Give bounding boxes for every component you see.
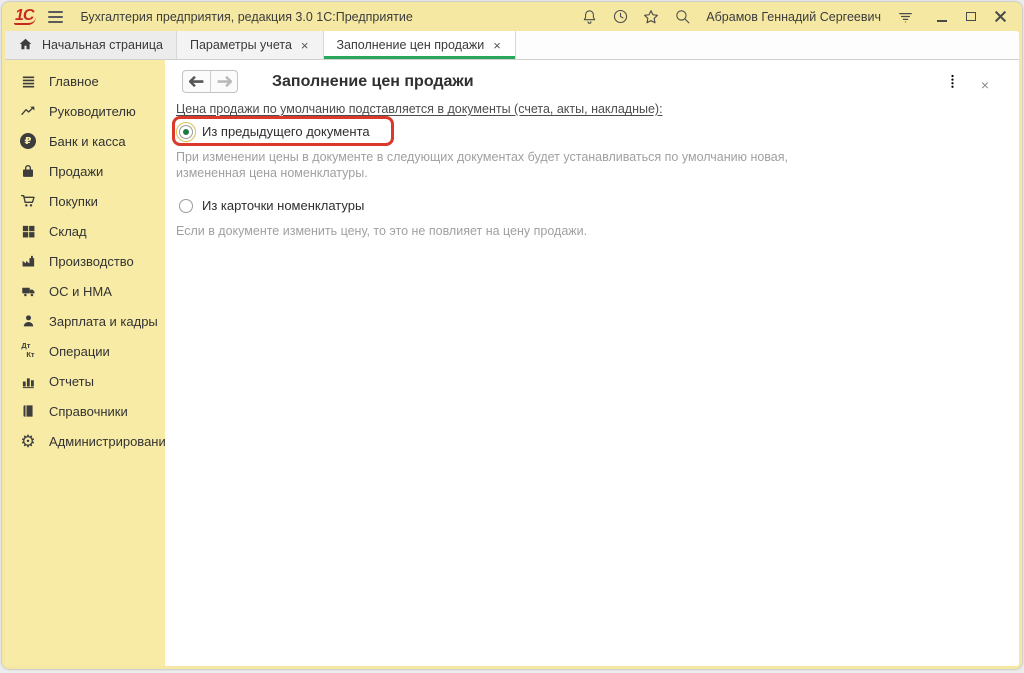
option-description: При изменении цены в документе в следующ… bbox=[176, 149, 798, 181]
option-description: Если в документе изменить цену, то это н… bbox=[176, 223, 798, 239]
arrow-left-icon bbox=[189, 76, 204, 87]
tab-fill-sale-prices[interactable]: Заполнение цен продажи × bbox=[324, 31, 516, 59]
current-user-name[interactable]: Абрамов Геннадий Сергеевич bbox=[702, 10, 885, 24]
main-content: Заполнение цен продажи × Цена продажи по… bbox=[165, 60, 1019, 666]
more-vertical-icon bbox=[950, 74, 955, 90]
sidebar-item-salary-hr[interactable]: Зарплата и кадры bbox=[5, 306, 165, 336]
radio-button-icon[interactable] bbox=[179, 199, 193, 213]
tab-home-page[interactable]: Начальная страница bbox=[5, 31, 177, 59]
history-button[interactable] bbox=[609, 6, 631, 28]
sidebar-item-directories[interactable]: Справочники bbox=[5, 396, 165, 426]
sidebar-item-production[interactable]: Производство bbox=[5, 246, 165, 276]
minimize-button[interactable] bbox=[931, 6, 953, 28]
radio-option-item-card[interactable]: Из карточки номенклатуры bbox=[176, 190, 1003, 220]
bell-icon bbox=[581, 8, 598, 25]
sidebar-item-label: Производство bbox=[49, 254, 134, 269]
app-window: 1С Бухгалтерия предприятия, редакция 3.0… bbox=[2, 2, 1022, 669]
sidebar-item-sales[interactable]: Продажи bbox=[5, 156, 165, 186]
sidebar-item-administration[interactable]: ⚙ Администрирование bbox=[5, 426, 165, 456]
book-icon bbox=[18, 401, 38, 421]
section-sidebar: Главное Руководителю ₽ Банк и касса Прод… bbox=[5, 60, 165, 666]
sidebar-item-fixed-assets[interactable]: ОС и НМА bbox=[5, 276, 165, 306]
star-icon bbox=[642, 8, 660, 26]
history-nav-group bbox=[182, 70, 238, 93]
search-button[interactable] bbox=[671, 6, 693, 28]
title-bar: 1С Бухгалтерия предприятия, редакция 3.0… bbox=[5, 2, 1019, 31]
bar-chart-icon bbox=[18, 371, 38, 391]
search-icon bbox=[674, 8, 691, 25]
shopping-bag-icon bbox=[18, 161, 38, 181]
sidebar-item-label: Зарплата и кадры bbox=[49, 314, 158, 329]
form-close-button[interactable]: × bbox=[981, 78, 989, 92]
sidebar-item-label: ОС и НМА bbox=[49, 284, 112, 299]
intro-text: Цена продажи по умолчанию подставляется … bbox=[176, 102, 1003, 116]
back-button[interactable] bbox=[183, 71, 210, 92]
menu-lines-icon bbox=[18, 71, 38, 91]
sidebar-item-label: Банк и касса bbox=[49, 134, 126, 149]
dt-kt-icon: ДтКт bbox=[18, 341, 38, 361]
sidebar-item-label: Руководителю bbox=[49, 104, 136, 119]
sidebar-item-operations[interactable]: ДтКт Операции bbox=[5, 336, 165, 366]
forward-button[interactable] bbox=[210, 71, 237, 92]
tab-close-icon[interactable]: × bbox=[300, 38, 310, 53]
sidebar-item-warehouse[interactable]: Склад bbox=[5, 216, 165, 246]
sidebar-item-label: Справочники bbox=[49, 404, 128, 419]
sidebar-item-label: Операции bbox=[49, 344, 110, 359]
sidebar-item-bank-cash[interactable]: ₽ Банк и касса bbox=[5, 126, 165, 156]
history-clock-icon bbox=[612, 8, 629, 25]
radio-option-label: Из предыдущего документа bbox=[202, 124, 370, 139]
sidebar-item-label: Отчеты bbox=[49, 374, 94, 389]
maximize-button[interactable] bbox=[960, 6, 982, 28]
person-icon bbox=[18, 311, 38, 331]
more-actions-button[interactable] bbox=[950, 74, 955, 95]
main-menu-button[interactable] bbox=[44, 6, 66, 28]
radio-option-previous-document[interactable]: Из предыдущего документа bbox=[176, 116, 1003, 146]
truck-icon bbox=[18, 281, 38, 301]
tab-accounting-parameters[interactable]: Параметры учета × bbox=[177, 31, 324, 59]
gear-icon: ⚙ bbox=[18, 431, 38, 451]
shopping-cart-icon bbox=[18, 191, 38, 211]
sidebar-item-label: Администрирование bbox=[49, 434, 165, 449]
warehouse-grid-icon bbox=[18, 221, 38, 241]
notifications-button[interactable] bbox=[578, 6, 600, 28]
sidebar-item-purchases[interactable]: Покупки bbox=[5, 186, 165, 216]
arrow-right-icon bbox=[217, 76, 232, 87]
sidebar-item-main[interactable]: Главное bbox=[5, 66, 165, 96]
sidebar-item-reports[interactable]: Отчеты bbox=[5, 366, 165, 396]
window-close-button[interactable] bbox=[989, 6, 1011, 28]
sidebar-item-manager[interactable]: Руководителю bbox=[5, 96, 165, 126]
radio-button-selected-icon[interactable] bbox=[179, 125, 193, 139]
hamburger-icon bbox=[48, 8, 63, 26]
service-menu-button[interactable] bbox=[894, 6, 916, 28]
home-icon bbox=[18, 37, 33, 54]
close-icon bbox=[994, 10, 1007, 23]
radio-option-label: Из карточки номенклатуры bbox=[202, 198, 364, 213]
trend-chart-icon bbox=[18, 101, 38, 121]
1c-logo: 1С bbox=[14, 8, 36, 25]
tab-bar: Начальная страница Параметры учета × Зап… bbox=[5, 31, 1019, 60]
sidebar-item-label: Склад bbox=[49, 224, 87, 239]
sidebar-item-label: Главное bbox=[49, 74, 99, 89]
tab-close-icon[interactable]: × bbox=[492, 38, 502, 53]
favorites-button[interactable] bbox=[640, 6, 662, 28]
window-title: Бухгалтерия предприятия, редакция 3.0 1С… bbox=[80, 10, 570, 24]
sliders-icon bbox=[897, 8, 914, 25]
tab-label: Начальная страница bbox=[42, 38, 163, 52]
tab-label: Параметры учета bbox=[190, 38, 292, 52]
sidebar-item-label: Продажи bbox=[49, 164, 103, 179]
tab-label: Заполнение цен продажи bbox=[337, 38, 485, 52]
sidebar-item-label: Покупки bbox=[49, 194, 98, 209]
factory-icon bbox=[18, 251, 38, 271]
page-title: Заполнение цен продажи bbox=[272, 73, 474, 91]
ruble-circle-icon: ₽ bbox=[18, 131, 38, 151]
